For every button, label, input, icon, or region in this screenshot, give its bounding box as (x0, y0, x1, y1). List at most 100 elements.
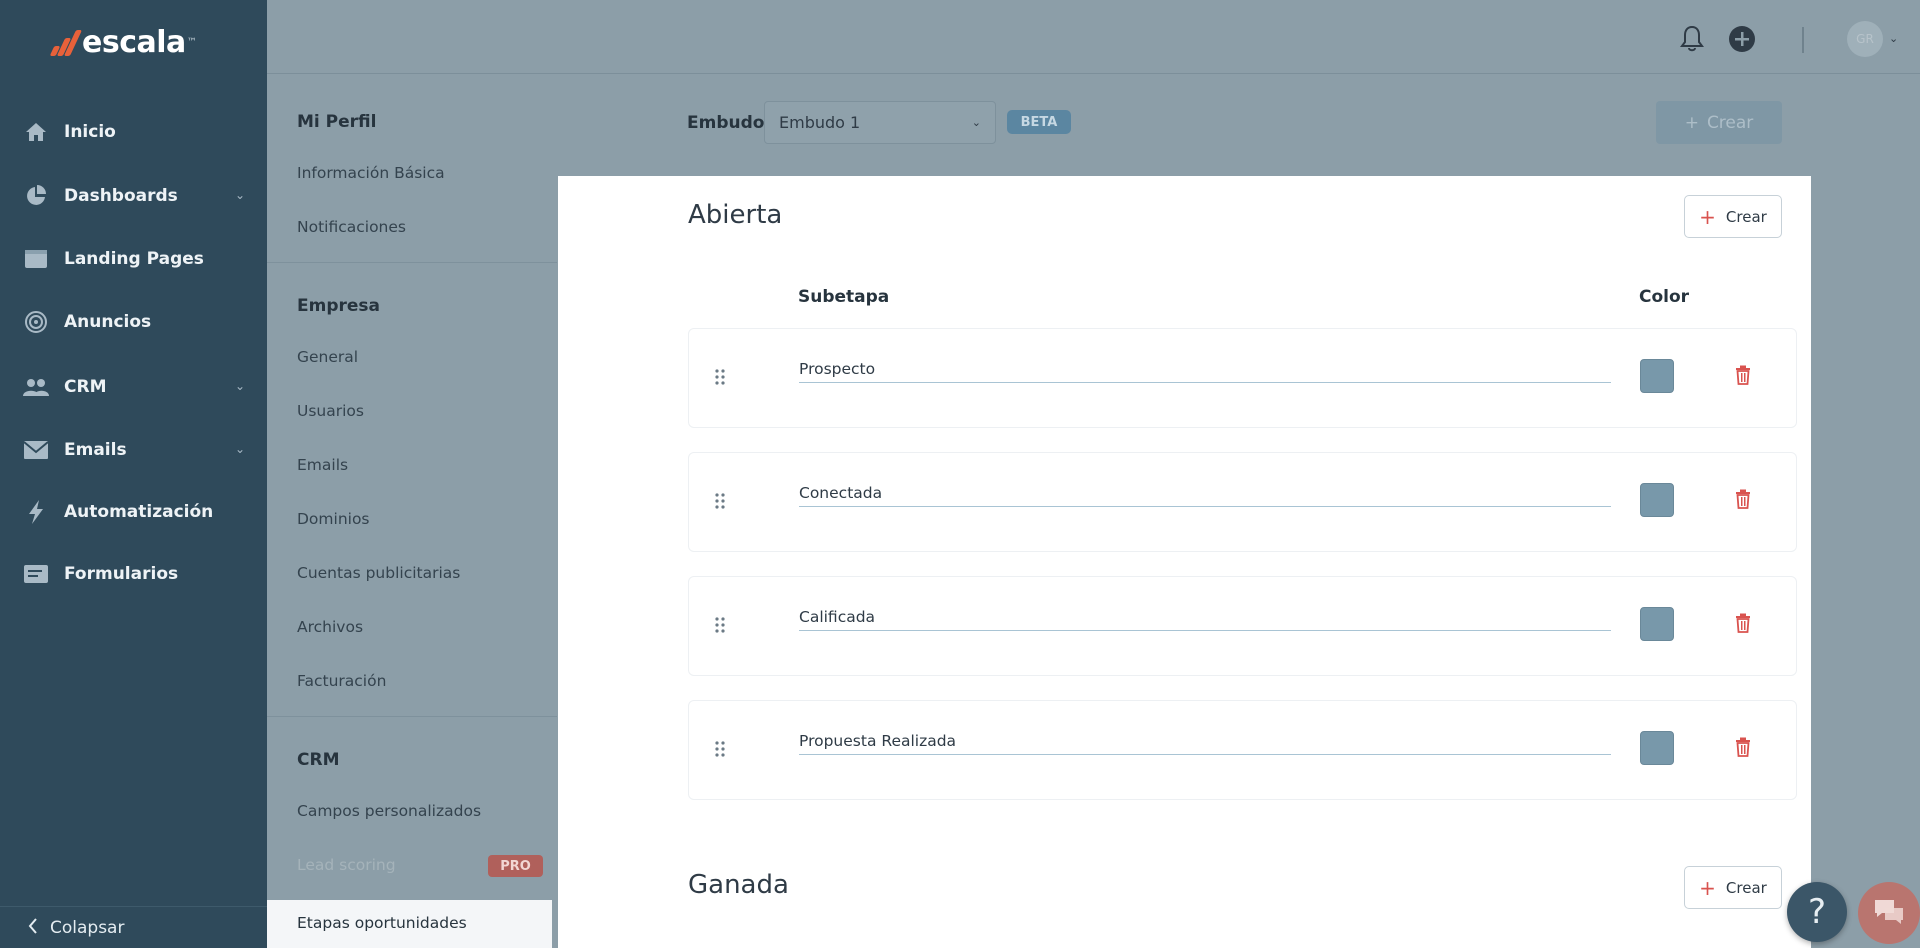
column-header-color: Color (1639, 287, 1690, 307)
settings-item-facturacion[interactable]: Facturación (297, 672, 386, 690)
settings-menu: Mi Perfil Información Básica Notificacio… (267, 74, 557, 948)
sidebar-item-emails[interactable]: Emails ⌄ (0, 428, 267, 472)
create-substage-button[interactable]: + Crear (1684, 866, 1782, 909)
sidebar-item-landing-pages[interactable]: Landing Pages (0, 237, 267, 281)
drag-handle-icon[interactable] (713, 615, 727, 635)
settings-divider (267, 716, 557, 717)
chat-bubble-icon (1872, 897, 1906, 929)
color-swatch[interactable] (1640, 731, 1674, 765)
chevron-down-icon[interactable]: ⌄ (1889, 32, 1898, 45)
collapse-label: Colapsar (50, 917, 125, 938)
pie-chart-icon (22, 184, 50, 208)
sidebar-item-inicio[interactable]: Inicio (0, 110, 267, 154)
sidebar-item-label: Anuncios (64, 312, 152, 332)
plus-icon: + (1684, 112, 1699, 133)
funnel-label: Embudo (687, 113, 765, 133)
plus-circle-icon[interactable] (1727, 24, 1757, 54)
substage-name-input[interactable] (799, 360, 1611, 378)
settings-section-title: Mi Perfil (297, 112, 377, 132)
substage-name-field[interactable] (799, 731, 1611, 755)
settings-item-cuentas-publicitarias[interactable]: Cuentas publicitarias (297, 564, 460, 582)
sidebar-item-label: CRM (64, 377, 107, 397)
substage-name-field[interactable] (799, 483, 1611, 507)
drag-handle-icon[interactable] (713, 739, 727, 759)
chevron-down-icon: ⌄ (234, 442, 245, 456)
lightning-icon (22, 500, 50, 524)
trash-icon[interactable] (1735, 365, 1755, 387)
settings-item-campos-personalizados[interactable]: Campos personalizados (297, 802, 481, 820)
settings-divider (267, 262, 557, 263)
sidebar-item-formularios[interactable]: Formularios (0, 552, 267, 596)
substage-name-field[interactable] (799, 607, 1611, 631)
sidebar-item-automatizacion[interactable]: Automatización (0, 490, 267, 534)
create-funnel-label: Crear (1706, 112, 1754, 133)
collapse-sidebar-button[interactable]: Colapsar (0, 906, 267, 948)
sidebar-item-label: Dashboards (64, 186, 178, 206)
top-bar: GR ⌄ (267, 0, 1920, 74)
sidebar-item-label: Emails (64, 440, 127, 460)
bell-icon[interactable] (1677, 24, 1707, 54)
create-funnel-button[interactable]: + Crear (1656, 101, 1782, 144)
users-icon (22, 375, 50, 399)
substage-name-input[interactable] (799, 608, 1611, 626)
substage-row (688, 576, 1797, 676)
substage-row (688, 328, 1797, 428)
pro-badge: PRO (488, 855, 543, 877)
sidebar-item-dashboards[interactable]: Dashboards ⌄ (0, 174, 267, 218)
plus-icon: + (1699, 204, 1716, 229)
create-button-label: Crear (1725, 878, 1767, 897)
color-swatch[interactable] (1640, 607, 1674, 641)
logo-mark-icon (49, 28, 83, 56)
trash-icon[interactable] (1735, 489, 1755, 511)
substage-name-field[interactable] (799, 359, 1611, 383)
target-icon (22, 310, 50, 334)
avatar[interactable]: GR (1847, 21, 1883, 57)
browser-window-icon (22, 247, 50, 271)
sidebar-item-crm[interactable]: CRM ⌄ (0, 365, 267, 409)
chevron-left-icon (28, 917, 38, 938)
brand-logo[interactable]: escala ™ (49, 22, 197, 62)
sidebar-item-label: Automatización (64, 502, 214, 522)
settings-item-usuarios[interactable]: Usuarios (297, 402, 364, 420)
chevron-down-icon: ⌄ (971, 116, 981, 129)
chat-button[interactable] (1858, 882, 1920, 944)
settings-item-emails[interactable]: Emails (297, 456, 348, 474)
stage-title: Abierta (688, 200, 783, 230)
form-icon (22, 562, 50, 586)
brand-trademark: ™ (186, 36, 197, 48)
trash-icon[interactable] (1735, 737, 1755, 759)
sidebar: escala ™ Inicio Dashboards ⌄ Landing Pag… (0, 0, 267, 948)
sidebar-item-label: Landing Pages (64, 249, 204, 269)
sidebar-item-label: Formularios (64, 564, 179, 584)
color-swatch[interactable] (1640, 483, 1674, 517)
help-button[interactable]: ? (1787, 882, 1847, 942)
settings-item-dominios[interactable]: Dominios (297, 510, 370, 528)
settings-item-notificaciones[interactable]: Notificaciones (297, 218, 406, 236)
plus-icon: + (1699, 875, 1716, 900)
drag-handle-icon[interactable] (713, 491, 727, 511)
stage-title: Ganada (688, 870, 789, 900)
substage-name-input[interactable] (799, 732, 1611, 750)
substage-name-input[interactable] (799, 484, 1611, 502)
substage-row (688, 452, 1797, 552)
chevron-down-icon: ⌄ (234, 379, 245, 393)
settings-item-general[interactable]: General (297, 348, 358, 366)
home-icon (22, 120, 50, 144)
trash-icon[interactable] (1735, 613, 1755, 635)
create-substage-button[interactable]: + Crear (1684, 195, 1782, 238)
column-header-subetapa: Subetapa (798, 287, 890, 307)
settings-item-informacion-basica[interactable]: Información Básica (297, 164, 445, 182)
sidebar-item-anuncios[interactable]: Anuncios (0, 300, 267, 344)
color-swatch[interactable] (1640, 359, 1674, 393)
settings-item-etapas-oportunidades[interactable]: Etapas oportunidades (267, 900, 552, 948)
brand-name: escala (82, 24, 186, 60)
substage-row (688, 700, 1797, 800)
settings-item-archivos[interactable]: Archivos (297, 618, 363, 636)
top-bar-divider (1802, 27, 1804, 53)
envelope-icon (22, 438, 50, 462)
settings-item-lead-scoring[interactable]: Lead scoring (297, 856, 396, 874)
stages-panel: Abierta + Crear Subetapa Color Prospecto… (558, 176, 1811, 948)
drag-handle-icon[interactable] (713, 367, 727, 387)
beta-badge: BETA (1007, 110, 1071, 134)
funnel-select[interactable]: Embudo 1 ⌄ (764, 101, 996, 144)
